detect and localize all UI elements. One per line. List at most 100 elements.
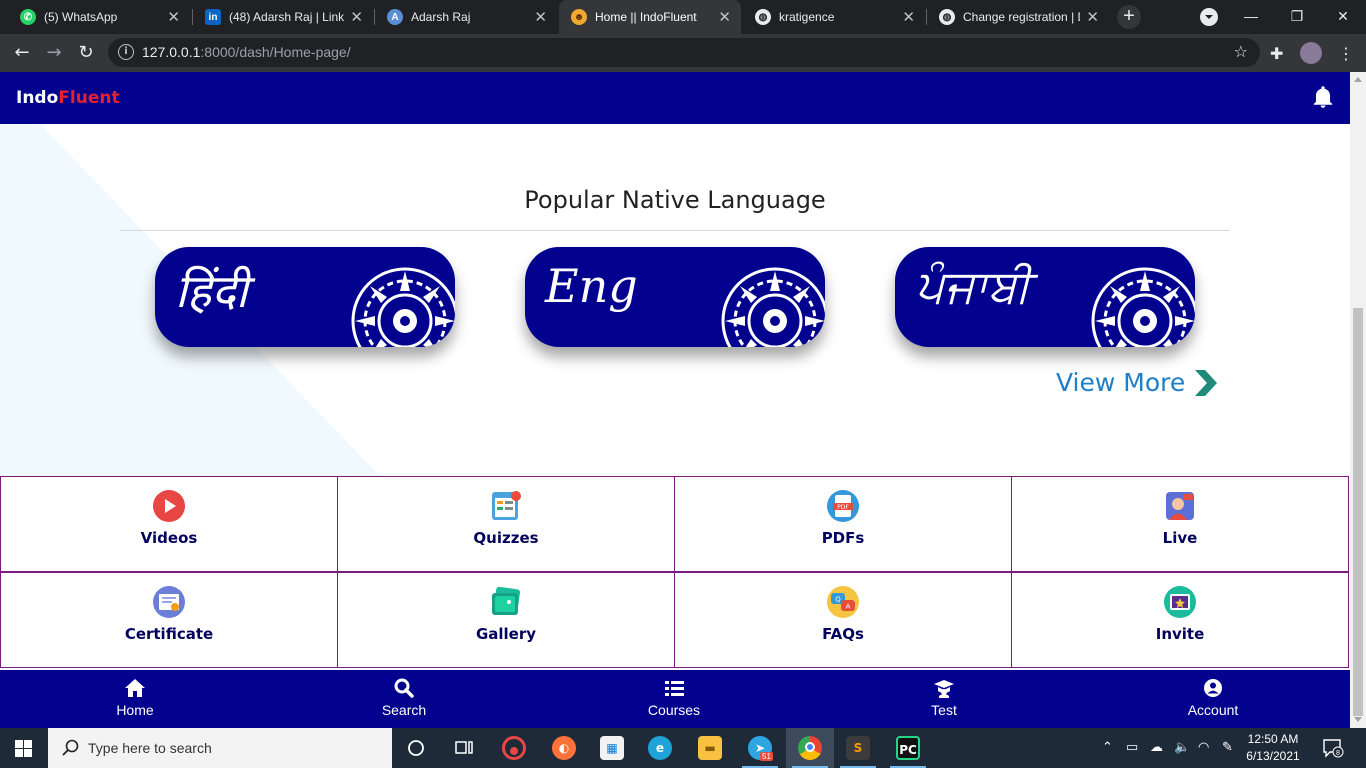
chevron-right-icon xyxy=(1195,369,1218,396)
feature-quizzes[interactable]: Quizzes xyxy=(337,476,675,572)
tab-kratigence[interactable]: ◍ kratigence ✕ xyxy=(743,0,925,34)
volume-icon[interactable]: 🔈 xyxy=(1174,739,1190,755)
cloud-icon[interactable]: ☁ xyxy=(1150,739,1163,755)
globe-icon: ◍ xyxy=(755,9,771,25)
play-video-icon xyxy=(153,490,185,522)
close-icon[interactable]: ✕ xyxy=(902,8,915,26)
wifi-icon[interactable]: ◠ xyxy=(1198,739,1209,755)
forward-button[interactable]: → xyxy=(40,39,68,67)
nav-test[interactable]: Test xyxy=(884,678,1004,719)
whatsapp-icon: ✆ xyxy=(20,9,36,25)
live-icon xyxy=(1166,492,1194,520)
taskbar-app-record[interactable] xyxy=(490,728,538,768)
svg-text:Q: Q xyxy=(835,596,841,604)
quiz-icon xyxy=(492,491,521,520)
taskbar-clock[interactable]: 12:50 AM 6/13/2021 xyxy=(1238,731,1308,765)
reload-button[interactable]: ↻ xyxy=(72,39,100,67)
feature-pdfs[interactable]: PDF PDFs xyxy=(674,476,1012,572)
pycharm-icon: PC xyxy=(896,736,920,760)
faq-icon: QA xyxy=(827,586,859,618)
cortana-button[interactable] xyxy=(392,728,440,768)
sublime-text-icon: S xyxy=(846,736,870,760)
tray-chevron-up-icon[interactable]: ⌃ xyxy=(1102,739,1113,755)
menu-kebab-icon[interactable]: ⋮ xyxy=(1338,44,1354,63)
minimize-button[interactable]: — xyxy=(1228,0,1274,34)
taskbar-app-sublime[interactable]: S xyxy=(834,728,882,768)
search-icon xyxy=(394,678,414,698)
taskbar-app-pycharm[interactable]: PC xyxy=(884,728,932,768)
tab-linkedin[interactable]: in (48) Adarsh Raj | LinkedIn ✕ xyxy=(193,0,373,34)
back-button[interactable]: ← xyxy=(8,39,36,67)
chrome-icon xyxy=(798,736,822,760)
task-view-button[interactable] xyxy=(440,728,488,768)
popular-languages-section: Popular Native Language हिंदी Eng ਪੰਜਾਬੀ… xyxy=(0,124,1350,476)
bookmark-star-icon[interactable]: ☆ xyxy=(1234,42,1248,61)
feature-gallery[interactable]: Gallery xyxy=(337,572,675,668)
user-icon xyxy=(1204,679,1222,697)
notification-bell-icon[interactable] xyxy=(1310,84,1336,110)
cortana-circle-icon xyxy=(408,740,424,756)
taskbar-app-telegram[interactable]: ➤ 51 xyxy=(736,728,784,768)
language-label: हिंदी xyxy=(175,264,248,318)
nav-home[interactable]: Home xyxy=(75,678,195,719)
taskbar-app-chrome[interactable] xyxy=(786,728,834,768)
feature-certificate[interactable]: Certificate xyxy=(0,572,338,668)
windows-taskbar: Type here to search ◐ ▦ e ▬ ➤ 51 S PC ⌃ … xyxy=(0,728,1366,768)
pen-icon[interactable]: ✎ xyxy=(1222,739,1233,755)
close-icon[interactable]: ✕ xyxy=(534,8,547,26)
folder-icon: ▬ xyxy=(698,736,722,760)
profile-avatar-icon[interactable] xyxy=(1300,42,1322,64)
indofluent-icon: ☻ xyxy=(571,9,587,25)
extensions-puzzle-icon[interactable]: ✚ xyxy=(1270,44,1283,63)
taskbar-app-firefox[interactable]: ◐ xyxy=(540,728,588,768)
feature-faqs[interactable]: QA FAQs xyxy=(674,572,1012,668)
tab-indofluent[interactable]: ☻ Home || IndoFluent ✕ xyxy=(559,0,741,34)
browser-tab-strip: ✆ (5) WhatsApp ✕ in (48) Adarsh Raj | Li… xyxy=(0,0,1366,34)
mandala-ornament-icon xyxy=(1091,267,1195,347)
windows-start-icon[interactable] xyxy=(15,740,32,757)
scroll-down-icon[interactable] xyxy=(1354,717,1362,722)
language-label: Eng xyxy=(545,259,638,313)
nav-courses[interactable]: Courses xyxy=(614,678,734,719)
taskbar-app-edge[interactable]: e xyxy=(636,728,684,768)
taskbar-app-store[interactable]: ▦ xyxy=(588,728,636,768)
tab-whatsapp[interactable]: ✆ (5) WhatsApp ✕ xyxy=(8,0,190,34)
brand-logo[interactable]: IndoFluent xyxy=(16,88,120,108)
view-more-link[interactable]: View More xyxy=(1056,368,1218,397)
scroll-up-icon[interactable] xyxy=(1354,77,1362,82)
taskbar-search-box[interactable]: Type here to search xyxy=(48,728,392,768)
tab-search-button[interactable] xyxy=(1186,0,1232,34)
close-icon[interactable]: ✕ xyxy=(1086,8,1099,26)
close-icon[interactable]: ✕ xyxy=(718,8,731,26)
feature-live[interactable]: Live xyxy=(1011,476,1349,572)
battery-icon[interactable]: ▭ xyxy=(1126,739,1138,755)
close-icon[interactable]: ✕ xyxy=(167,8,180,26)
svg-text:A: A xyxy=(846,603,851,611)
tab-change-registration[interactable]: ◍ Change registration | Django ✕ xyxy=(927,0,1109,34)
invite-icon xyxy=(1164,586,1196,618)
language-label: ਪੰਜਾਬੀ xyxy=(915,259,1031,313)
maximize-button[interactable]: ❐ xyxy=(1274,0,1320,34)
close-icon[interactable]: ✕ xyxy=(350,8,363,26)
info-icon[interactable]: i xyxy=(118,44,134,60)
tab-adarsh-raj[interactable]: A Adarsh Raj ✕ xyxy=(375,0,557,34)
feature-videos[interactable]: Videos xyxy=(0,476,338,572)
search-icon xyxy=(62,739,79,756)
scrollbar-thumb[interactable] xyxy=(1353,308,1363,716)
address-bar[interactable]: i 127.0.0.1:8000/dash/Home-page/ ☆ xyxy=(108,38,1260,67)
language-card-hindi[interactable]: हिंदी xyxy=(155,247,455,347)
nav-search[interactable]: Search xyxy=(344,678,464,719)
language-card-punjabi[interactable]: ਪੰਜਾਬੀ xyxy=(895,247,1195,347)
notification-center-icon[interactable]: 8 xyxy=(1322,738,1344,758)
page-scrollbar[interactable] xyxy=(1350,72,1366,728)
new-tab-button[interactable]: + xyxy=(1117,5,1141,29)
nav-account[interactable]: Account xyxy=(1153,678,1273,719)
browser-toolbar: ← → ↻ i 127.0.0.1:8000/dash/Home-page/ ☆… xyxy=(0,34,1366,72)
chevron-down-icon xyxy=(1200,8,1218,26)
close-window-button[interactable]: ✕ xyxy=(1320,0,1366,34)
graduation-cap-icon xyxy=(934,680,954,698)
language-card-english[interactable]: Eng xyxy=(525,247,825,347)
taskbar-app-explorer[interactable]: ▬ xyxy=(686,728,734,768)
feature-invite[interactable]: Invite xyxy=(1011,572,1349,668)
app-viewport: IndoFluent Popular Native Language हिंदी xyxy=(0,72,1350,728)
